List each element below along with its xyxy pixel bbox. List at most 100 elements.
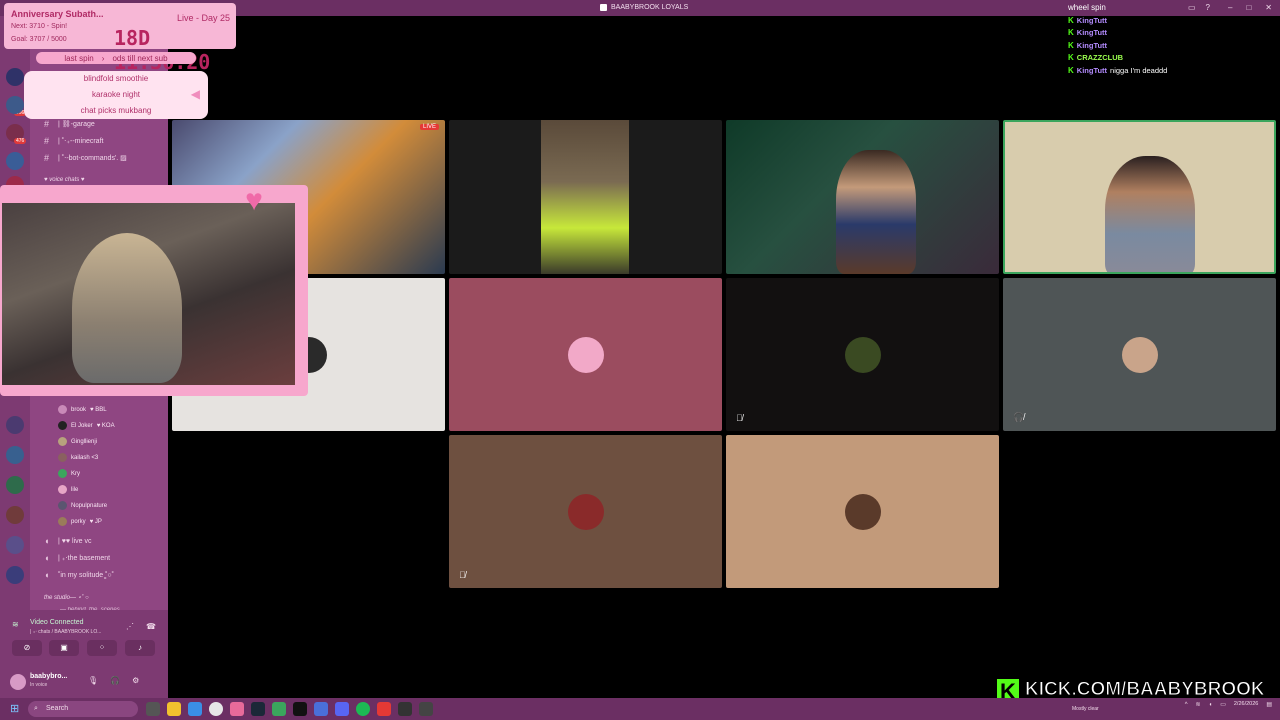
avatar — [844, 336, 881, 373]
voice-user[interactable]: porky ♥ JP — [58, 517, 102, 526]
avatar — [58, 421, 67, 430]
volume-icon[interactable]: ◖ — [1209, 702, 1213, 708]
microphone-icon[interactable]: 🎙 — [88, 676, 98, 685]
subathon-day: Live - Day 25 — [176, 13, 230, 23]
participant-video — [541, 120, 629, 274]
headphones-icon[interactable]: 🎧 — [110, 676, 120, 685]
dark-avatar-tile[interactable]: 🎙̸ — [726, 278, 999, 431]
subathon-timer: 18D 11:36:20 — [114, 26, 210, 74]
taskbar-search[interactable]: ⌕ Search — [28, 701, 138, 717]
signal-icon[interactable]: ≋ — [12, 620, 19, 629]
subathon-goal: Goal: 3707 / 5000 — [11, 36, 67, 43]
clock[interactable]: 2/26/2026 — [1234, 701, 1258, 708]
server-icon[interactable] — [6, 152, 24, 170]
battery-icon[interactable]: ▭ — [1220, 701, 1226, 708]
close-button[interactable]: ✕ — [1265, 3, 1272, 12]
chevron-up-icon[interactable]: ^ — [1185, 702, 1188, 708]
noise-suppression-icon[interactable]: ⋰ — [126, 622, 134, 631]
activities-button[interactable]: ⁘ — [87, 640, 117, 656]
avatar — [58, 405, 67, 414]
app-icon[interactable] — [230, 702, 244, 716]
app-icon[interactable] — [377, 702, 391, 716]
avatar — [58, 517, 67, 526]
wifi-icon[interactable]: ≋ — [1196, 701, 1201, 708]
steam-alt-icon[interactable] — [419, 702, 433, 716]
weather[interactable]: Mostly clear — [1072, 706, 1099, 712]
avatar — [844, 493, 881, 530]
folder-icon[interactable] — [188, 702, 202, 716]
obs-icon[interactable] — [398, 702, 412, 716]
xbox-icon[interactable] — [272, 702, 286, 716]
tiktok-icon[interactable] — [293, 702, 307, 716]
server-icon[interactable] — [6, 68, 24, 86]
notifications-icon[interactable]: ▤ — [1266, 701, 1272, 708]
tan-avatar-tile[interactable] — [726, 435, 999, 588]
voice-user[interactable]: brook ♥ BBL — [58, 405, 107, 414]
voice-user-name: brook — [71, 406, 87, 413]
app-logo-icon — [600, 4, 607, 11]
voice-status: Video Connected — [30, 619, 84, 626]
channel-minecraft[interactable]: # | ˚‧₊--minecraft — [44, 136, 103, 146]
user-panel: baabybro... In voice 🎙 🎧 ⚙ — [0, 666, 168, 698]
server-icon[interactable] — [6, 536, 24, 554]
kick-badge-icon: K — [1068, 53, 1074, 63]
server-icon[interactable] — [6, 446, 24, 464]
steam-icon[interactable] — [251, 702, 265, 716]
voice-user[interactable]: El Joker ♥ KOA — [58, 421, 115, 430]
server-icon[interactable] — [6, 96, 24, 114]
chat-username: KingTutt — [1076, 28, 1108, 38]
disconnect-icon[interactable]: ☎ — [146, 622, 156, 631]
system-tray: ^ ≋ ◖ ▭ 2/26/2026 ▤ — [1185, 701, 1272, 708]
voice-user[interactable]: kailash <3 — [58, 453, 98, 462]
voice-user[interactable]: Gingllienji — [58, 437, 97, 446]
voice-user[interactable]: Kry — [58, 469, 80, 478]
discord-icon[interactable] — [335, 702, 349, 716]
gamer-room-tile[interactable] — [726, 120, 999, 274]
task-view-icon[interactable] — [146, 702, 160, 716]
spotify-icon[interactable] — [356, 702, 370, 716]
category-voice-chats[interactable]: ♥ voice chats ♥ — [44, 177, 84, 183]
subathon-widget: Anniversary Subath... Live - Day 25 Next… — [4, 3, 236, 74]
glasses-guy-tile[interactable] — [1003, 120, 1276, 274]
text-channel-icon: # — [44, 119, 50, 129]
voice-user-name: porky — [71, 518, 86, 525]
server-icon[interactable] — [6, 506, 24, 524]
stream-chat: wheel spin K KingTutt K KingTutt K KingT… — [1068, 3, 1258, 77]
participant-video — [836, 150, 916, 274]
voice-channel-solitude[interactable]: ◖ ˚in my solitude ̳˚○˚ — [44, 570, 114, 580]
pink-avatar-tile[interactable] — [449, 278, 722, 431]
chrome-icon[interactable] — [209, 702, 223, 716]
search-icon: ⌕ — [34, 705, 38, 712]
speaker-icon: ◖ — [44, 553, 50, 563]
wheel-option: chat picks mukbang — [80, 106, 152, 115]
screen-share-button[interactable]: ▣ — [49, 640, 79, 656]
channel-garage[interactable]: # | ⛓-garage — [44, 119, 95, 129]
server-icon[interactable] — [6, 476, 24, 494]
settings-gear-icon[interactable]: ⚙ — [132, 676, 139, 685]
server-icon[interactable] — [6, 566, 24, 584]
live-badge: LIVE — [419, 124, 439, 130]
chat-message: K KingTutt — [1068, 14, 1258, 27]
speaker-icon: ◖ — [44, 536, 50, 546]
avatar[interactable] — [10, 674, 26, 690]
voice-channel-live-vc[interactable]: ◖ | ♥♥ live vc — [44, 536, 91, 546]
brown-avatar-tile[interactable]: 🎙̸ — [449, 435, 722, 588]
voice-user[interactable]: lile — [58, 485, 78, 494]
odds-label: ods till next sub — [112, 53, 168, 63]
voice-channel-basement[interactable]: ◖ | ₊‧the basement — [44, 553, 110, 563]
streamer — [72, 233, 182, 383]
server-icon[interactable] — [6, 416, 24, 434]
channel-bot-commands[interactable]: # | ˚‧-bot-commands'. ▨ — [44, 153, 127, 163]
grey-avatar-tile[interactable]: 🎧̸ — [1003, 278, 1276, 431]
windows-start-icon[interactable]: ⊞ — [10, 703, 22, 715]
soundboard-button[interactable]: ♪ — [125, 640, 155, 656]
photos-icon[interactable] — [314, 702, 328, 716]
voice-user[interactable]: Nopulpnature — [58, 501, 107, 510]
file-explorer-icon[interactable] — [167, 702, 181, 716]
chevron-right-icon: › — [101, 53, 105, 63]
kick-badge-icon: K — [1068, 65, 1074, 75]
text-channel-icon: # — [44, 153, 50, 163]
category-studio[interactable]: the studio— ⋆˚ ○ — [44, 594, 89, 601]
beanie-guy-tile[interactable] — [449, 120, 722, 274]
camera-off-button[interactable]: ⊘ — [12, 640, 42, 656]
